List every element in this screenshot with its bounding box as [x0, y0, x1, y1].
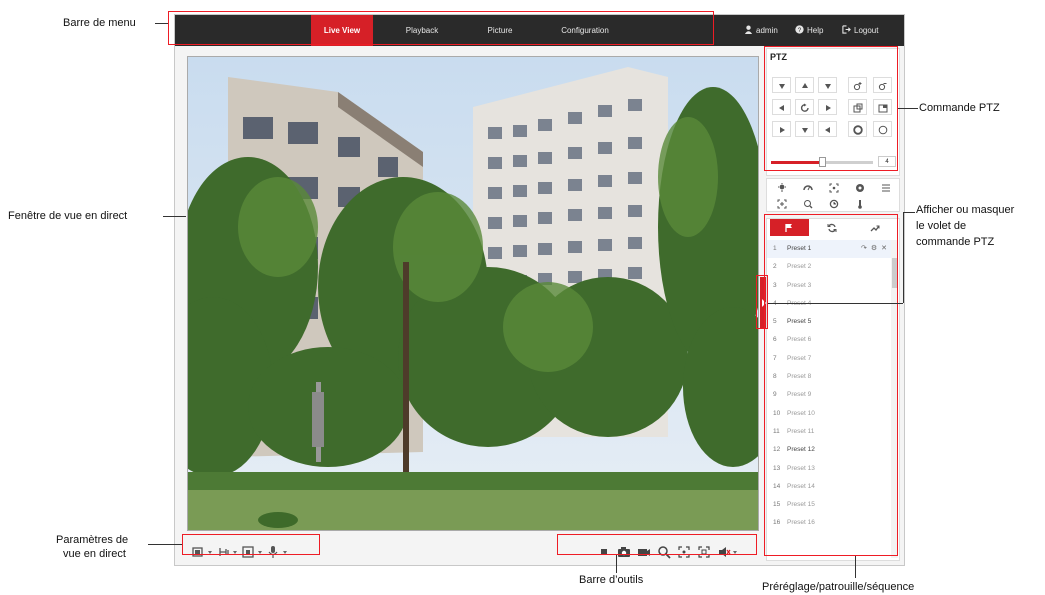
logout-link[interactable]: Logout: [842, 15, 878, 46]
leader-toggle-vertical: [903, 212, 904, 303]
wiper-icon: [803, 185, 813, 191]
leader-toggle: [768, 303, 903, 304]
label-toggle-2: le volet de: [916, 220, 967, 232]
leader-toolbar: [616, 555, 617, 573]
logout-icon: [842, 25, 851, 34]
focus-frame-icon: [829, 183, 839, 193]
help-label: Help: [807, 26, 824, 35]
leader-toggle-top: [903, 212, 915, 213]
label-menu-bar: Barre de menu: [63, 17, 136, 29]
ptz-function-buttons: [766, 178, 900, 212]
user-icon: [744, 25, 753, 34]
thermometer-icon: [858, 200, 862, 209]
callout-live-params-box: [182, 534, 320, 555]
callout-menu-bar-box: [168, 11, 714, 45]
help-icon: ?: [795, 25, 804, 34]
callout-ptz-box: [764, 46, 898, 171]
user-name: admin: [756, 26, 778, 35]
callout-preset-box: [764, 214, 898, 556]
help-link[interactable]: ? Help: [795, 15, 823, 46]
live-view-window[interactable]: [187, 56, 759, 531]
refresh-icon: [829, 199, 839, 209]
menu-icon: [882, 184, 890, 192]
svg-text:?: ?: [798, 27, 802, 34]
label-ptz: Commande PTZ: [919, 102, 1000, 114]
leader-live-window: [163, 216, 186, 217]
label-live-window: Fenêtre de vue en direct: [8, 210, 128, 222]
light-icon: [778, 183, 786, 192]
wiper-button[interactable]: [795, 180, 820, 196]
label-toolbar: Barre d’outils: [579, 574, 644, 586]
label-live-params-1: Paramètres de: [56, 534, 129, 546]
manual-tracking-button[interactable]: [769, 196, 794, 212]
live-video-image: [188, 57, 758, 530]
label-toggle-1: Afficher ou masquer: [916, 204, 1015, 216]
lens-init-button[interactable]: [847, 180, 872, 196]
label-live-params-2: vue en direct: [63, 548, 126, 560]
label-preset: Préréglage/patrouille/séquence: [762, 581, 915, 593]
lens-icon: [856, 184, 864, 192]
3d-zoom-button[interactable]: [795, 196, 820, 212]
manual-deicing-button[interactable]: [847, 196, 872, 212]
leader-live-params: [148, 544, 182, 545]
label-toggle-3: commande PTZ: [916, 236, 995, 248]
leader-menu-bar: [155, 23, 168, 24]
3d-zoom-icon: [804, 200, 813, 209]
park-action-button[interactable]: [821, 196, 846, 212]
leader-ptz: [898, 108, 918, 109]
logout-label: Logout: [854, 26, 879, 35]
callout-toolbar-box: [557, 534, 757, 555]
leader-preset: [855, 556, 856, 578]
user-account[interactable]: admin: [744, 15, 778, 46]
one-touch-focus-button[interactable]: [821, 180, 846, 196]
tracking-icon: [777, 199, 787, 209]
menu-button[interactable]: [873, 180, 898, 196]
light-button[interactable]: [769, 180, 794, 196]
